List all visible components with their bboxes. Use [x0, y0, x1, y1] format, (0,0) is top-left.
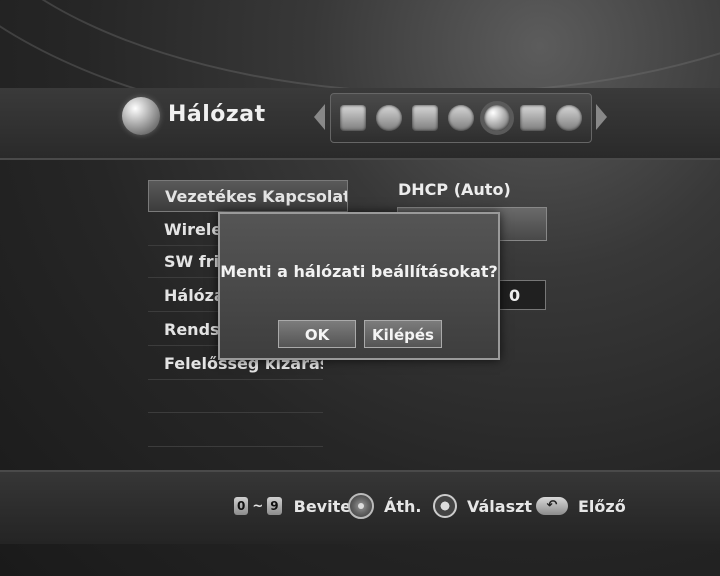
digit-key-9: 9 — [267, 497, 282, 515]
screen-icon[interactable] — [412, 105, 438, 131]
menu-item-wired-connection[interactable]: Vezetékes Kapcsolat beáll — [148, 180, 348, 212]
select-hint-label: Választ — [467, 496, 533, 516]
arrow-left-icon[interactable] — [314, 104, 325, 130]
exit-button[interactable]: Kilépés — [364, 320, 442, 348]
hint-back: ↶ Előző — [536, 494, 626, 518]
menu-divider — [148, 412, 323, 413]
ok-button[interactable]: OK — [278, 320, 356, 348]
save-settings-dialog: Menti a hálózati beállításokat? OK Kilép… — [218, 212, 500, 360]
back-arrow-icon: ↶ — [536, 497, 568, 515]
hint-select: Választ — [433, 494, 532, 518]
globe-icon — [122, 97, 160, 135]
menu-divider — [148, 446, 323, 447]
dpad-icon — [348, 493, 374, 519]
digit-range-separator: ~ — [252, 498, 264, 514]
setup-category-strip — [330, 93, 592, 143]
ip-octet-field[interactable]: 0 — [498, 280, 546, 310]
dialog-message: Menti a hálózati beállításokat? — [220, 262, 498, 281]
connection-mode-label: DHCP (Auto) — [398, 180, 511, 199]
hint-input: 0 ~ 9 Bevitel — [232, 494, 357, 518]
display-icon[interactable] — [340, 105, 366, 131]
back-hint-label: Előző — [578, 496, 626, 516]
network-globe-icon[interactable] — [480, 101, 514, 135]
enter-button-icon — [433, 494, 457, 518]
page-title: Hálózat — [168, 102, 266, 127]
gear-icon[interactable] — [556, 105, 582, 131]
gears-icon[interactable] — [448, 105, 474, 131]
setup-screen: Hálózat Vezetékes Kapcsolat beáll Wirele… — [0, 0, 720, 576]
digit-key-0: 0 — [234, 497, 249, 515]
hint-navigate: Áth. — [348, 493, 422, 519]
speaker-icon[interactable] — [376, 105, 402, 131]
navigate-hint-label: Áth. — [384, 496, 422, 516]
arrow-right-icon[interactable] — [596, 104, 607, 130]
lock-icon[interactable] — [520, 105, 546, 131]
